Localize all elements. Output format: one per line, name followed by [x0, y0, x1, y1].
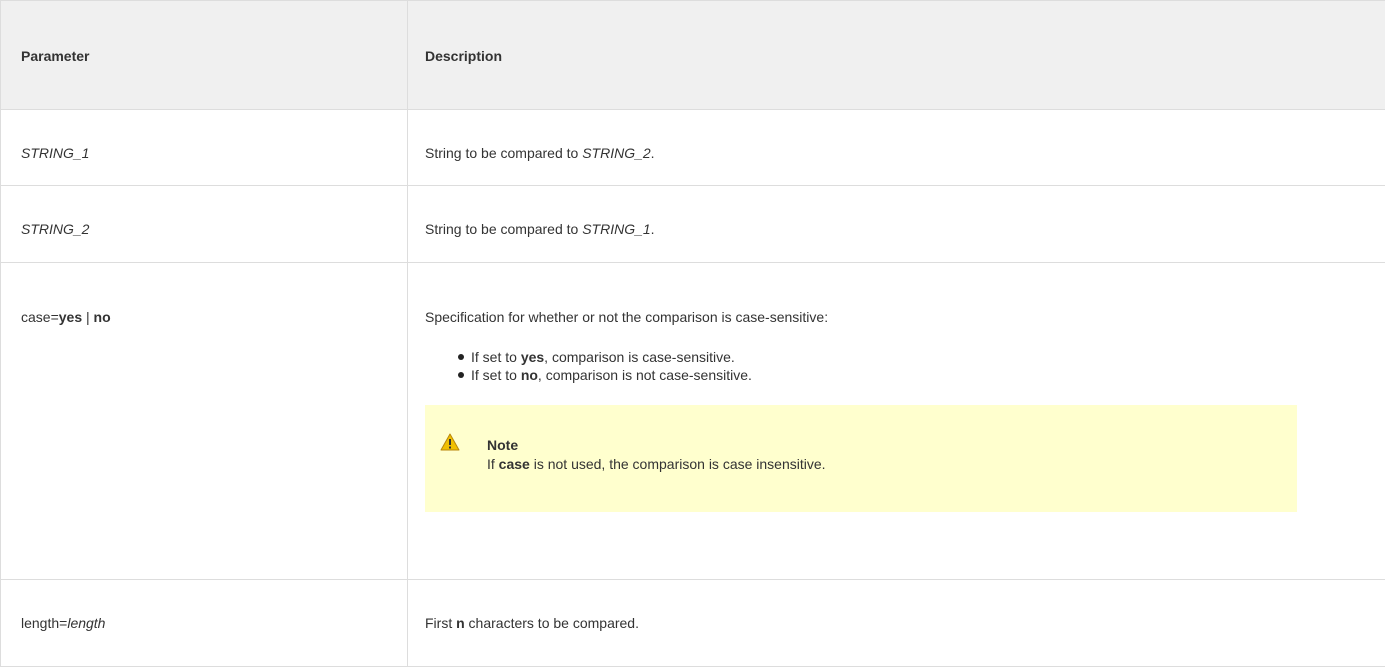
description-cell: String to be compared to STRING_1.: [408, 186, 1385, 263]
table-row: STRING_2 String to be compared to STRING…: [1, 186, 1385, 263]
table-header-row: Parameter Description: [1, 1, 1385, 110]
param-cell: length=length: [1, 580, 408, 667]
param-name: STRING_1: [21, 145, 89, 161]
warning-icon: [440, 433, 460, 451]
bullet-icon: [458, 372, 464, 378]
description-text: String to be compared to STRING_1.: [425, 186, 1385, 238]
description-text: String to be compared to STRING_2.: [425, 110, 1385, 162]
option-list: If set to yes, comparison is case-sensit…: [425, 348, 1385, 384]
list-item: If set to yes, comparison is case-sensit…: [458, 348, 1385, 366]
note-text: If case is not used, the comparison is c…: [487, 456, 826, 472]
description-text: First n characters to be compared.: [425, 580, 1385, 632]
list-item: If set to no, comparison is not case-sen…: [458, 366, 1385, 384]
description-text: Specification for whether or not the com…: [425, 263, 1385, 326]
param-name: STRING_2: [21, 221, 89, 237]
note-title: Note: [487, 436, 826, 455]
note-panel: Note If case is not used, the comparison…: [425, 405, 1297, 512]
note-body: Note If case is not used, the comparison…: [487, 436, 826, 474]
param-cell: STRING_2: [1, 186, 408, 263]
table-row: case=yes | no Specification for whether …: [1, 263, 1385, 580]
table-row: STRING_1 String to be compared to STRING…: [1, 110, 1385, 186]
description-cell: Specification for whether or not the com…: [408, 263, 1385, 580]
description-cell: String to be compared to STRING_2.: [408, 110, 1385, 186]
header-parameter: Parameter: [1, 1, 408, 110]
header-description: Description: [408, 1, 1385, 110]
parameter-table: Parameter Description STRING_1 String to…: [0, 0, 1385, 667]
table-row: length=length First n characters to be c…: [1, 580, 1385, 667]
param-name: case=yes | no: [21, 263, 407, 326]
description-cell: First n characters to be compared.: [408, 580, 1385, 667]
param-cell: case=yes | no: [1, 263, 408, 580]
param-cell: STRING_1: [1, 110, 408, 186]
bullet-icon: [458, 354, 464, 360]
param-name: length=length: [21, 580, 407, 632]
